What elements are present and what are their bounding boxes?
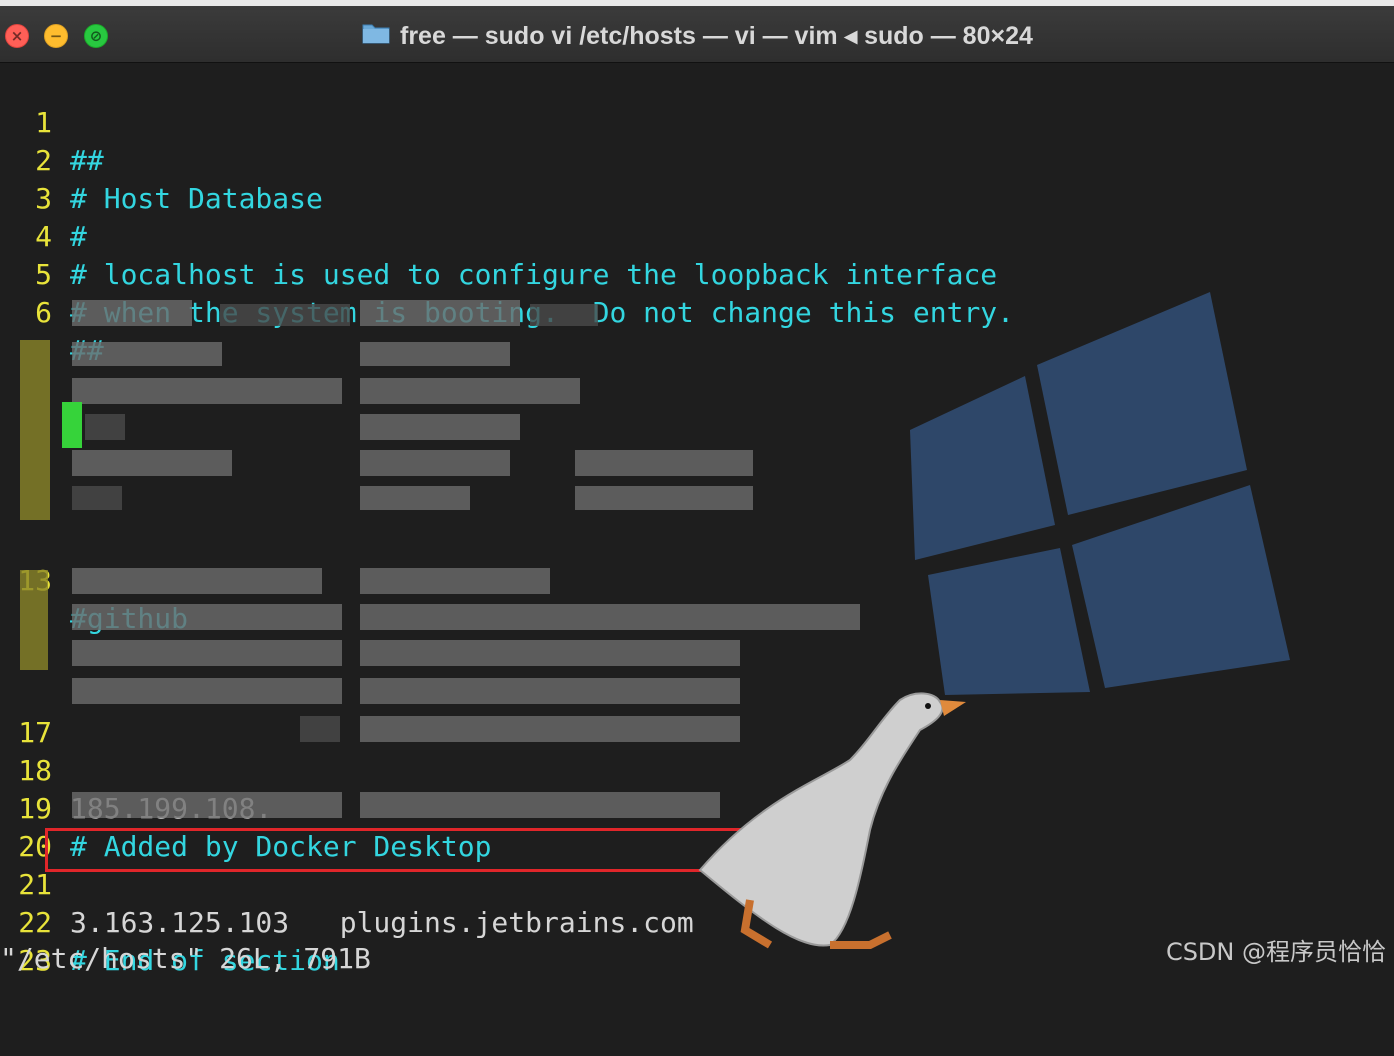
watermark: CSDN @程序员恰恰 bbox=[1165, 938, 1386, 966]
goose-icon bbox=[698, 692, 966, 949]
windows-logo-icon bbox=[910, 292, 1290, 695]
status-line: "/etc/hosts" 26L, 791B bbox=[0, 942, 371, 975]
desktop-overlay bbox=[698, 292, 1290, 949]
